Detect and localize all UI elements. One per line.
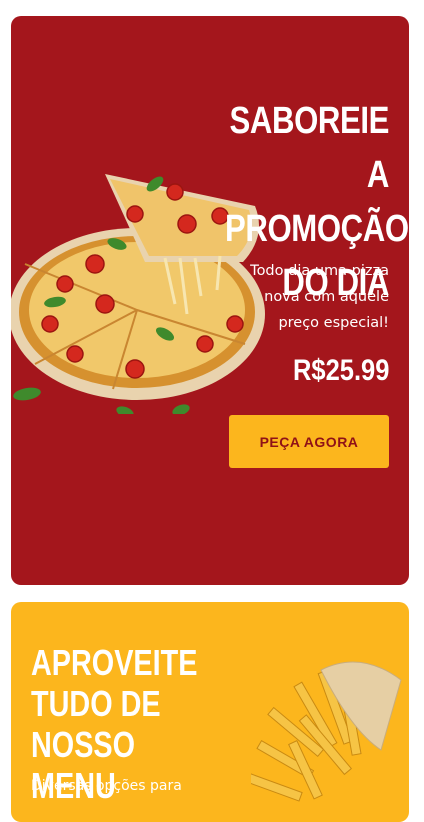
- promo-description: Todo dia uma pizza nova com aquele preço…: [239, 258, 389, 336]
- fries-image: [251, 661, 402, 802]
- promo-description-line: preço especial!: [278, 315, 389, 331]
- promo-headline-line: PROMOÇÃO: [225, 208, 409, 250]
- promo-card: SABOREIE A PROMOÇÃO DO DIA Todo dia uma …: [11, 16, 409, 585]
- menu-headline-line: TUDO DE: [31, 683, 161, 724]
- order-now-button[interactable]: PEÇA AGORA: [229, 415, 389, 468]
- promo-headline-line: SABOREIE A: [229, 100, 390, 196]
- menu-headline-line: APROVEITE: [31, 642, 198, 683]
- menu-card: APROVEITE TUDO DE NOSSO MENU Diversas op…: [11, 602, 409, 822]
- promo-description-line: Todo dia uma pizza: [250, 263, 389, 279]
- promo-description-line: nova com aquele: [264, 289, 389, 305]
- menu-description: Diversas opções para: [31, 778, 182, 794]
- promo-price: R$25.99: [292, 354, 389, 387]
